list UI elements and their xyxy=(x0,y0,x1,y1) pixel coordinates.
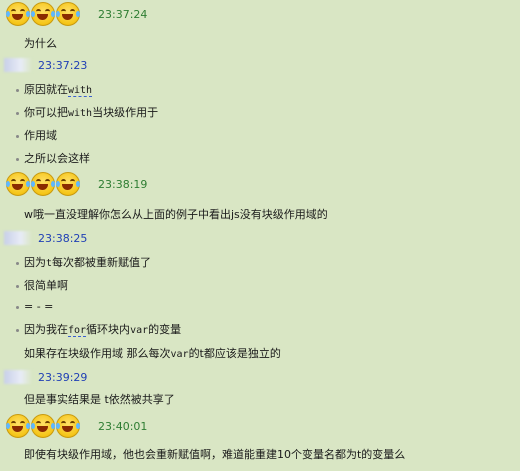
timestamp: 23:37:24 xyxy=(98,7,148,21)
timestamp: 23:38:19 xyxy=(98,177,148,191)
laughing-tears-emoji-icon xyxy=(6,414,30,438)
blurred-username xyxy=(4,370,32,384)
message-text: 原因就在with xyxy=(0,79,93,102)
timestamp: 23:40:01 xyxy=(98,419,148,433)
message-text: 为什么 xyxy=(24,37,57,50)
message-header-4: 23:38:25 xyxy=(0,227,87,249)
laughing-tears-emoji-icon xyxy=(31,414,55,438)
message-text: 如果存在块级作用域 那么每次var的t都应该是独立的 xyxy=(24,347,281,360)
blurred-username xyxy=(4,58,32,72)
message-header-2: 23:37:23 xyxy=(0,54,87,76)
blurred-username xyxy=(4,231,32,245)
laughing-tears-emoji-icon xyxy=(56,2,80,26)
message-text: 因为我在for循环块内var的变量 xyxy=(0,319,181,342)
message-header-5: 23:39:29 xyxy=(0,366,87,388)
message-text: w哦一直没理解你怎么从上面的例子中看出js没有块级作用域的 xyxy=(24,208,328,221)
message-text: 你可以把with当块级作用于 xyxy=(0,102,158,125)
laughing-tears-emoji-icon xyxy=(56,172,80,196)
message-header-1: 23:37:24 xyxy=(0,1,147,27)
message-text: 很简单啊 xyxy=(0,275,68,297)
message-text: 即使有块级作用域，他也会重新赋值啊，难道能重建10个变量名都为t的变量么 xyxy=(24,448,406,461)
message-text: = - = xyxy=(0,296,53,318)
timestamp: 23:37:23 xyxy=(38,58,88,72)
emoji-group xyxy=(6,414,80,438)
message-text: 作用域 xyxy=(0,125,57,147)
laughing-tears-emoji-icon xyxy=(31,172,55,196)
message-header-3: 23:38:19 xyxy=(0,171,147,197)
message-text: 之所以会这样 xyxy=(0,148,90,170)
emoji-group xyxy=(6,2,80,26)
laughing-tears-emoji-icon xyxy=(56,414,80,438)
message-header-6: 23:40:01 xyxy=(0,413,147,439)
message-text: 因为t每次都被重新赋值了 xyxy=(0,252,151,275)
message-text: 但是事实结果是 t依然被共享了 xyxy=(24,393,175,406)
timestamp: 23:38:25 xyxy=(38,231,88,245)
laughing-tears-emoji-icon xyxy=(31,2,55,26)
laughing-tears-emoji-icon xyxy=(6,2,30,26)
emoji-group xyxy=(6,172,80,196)
laughing-tears-emoji-icon xyxy=(6,172,30,196)
timestamp: 23:39:29 xyxy=(38,370,88,384)
